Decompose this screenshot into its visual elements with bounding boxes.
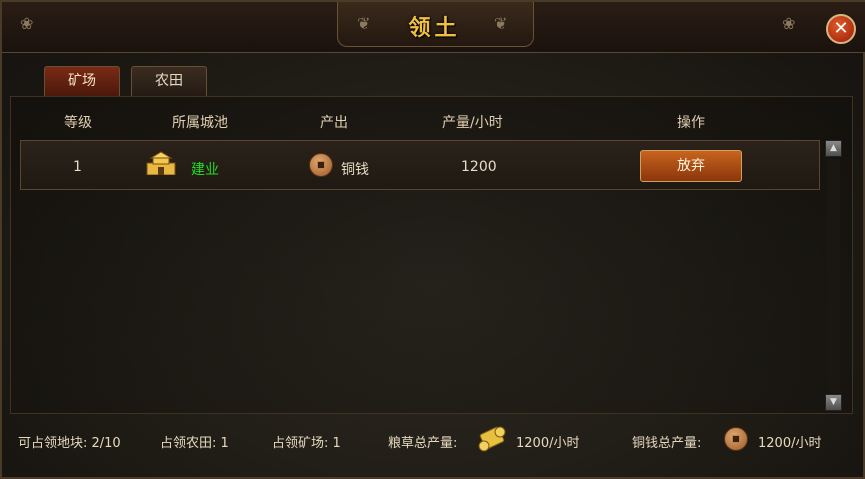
header-output: 产出 <box>320 115 348 131</box>
header-level: 等级 <box>64 115 92 131</box>
occupied-mines: 占领矿场: 1 <box>272 436 341 451</box>
close-button[interactable]: ✕ <box>826 14 856 44</box>
occupied-farms: 占领农田: 1 <box>160 436 229 451</box>
occupiable-plots: 可占领地块: 2/10 <box>18 436 121 451</box>
abandon-button[interactable]: 放弃 <box>640 150 742 182</box>
copper-total-label: 铜钱总产量: <box>632 436 702 451</box>
arrow-down-icon: ▼ <box>830 397 837 407</box>
window-title: 领土 <box>408 16 461 41</box>
header-city: 所属城池 <box>172 115 228 131</box>
close-icon: ✕ <box>833 18 849 39</box>
header-per-hour: 产量/小时 <box>442 115 503 131</box>
tab-mine[interactable]: 矿场 <box>44 66 120 96</box>
grain-scroll-icon <box>478 426 506 452</box>
row-city-name: 建业 <box>191 162 219 178</box>
scroll-down-button[interactable]: ▼ <box>825 394 842 411</box>
city-icon <box>146 151 176 175</box>
copper-total-value: 1200/小时 <box>758 436 822 451</box>
row-output: 铜钱 <box>341 162 369 178</box>
tab-farmland[interactable]: 农田 <box>131 66 207 96</box>
arrow-up-icon: ▲ <box>830 143 837 153</box>
row-per-hour: 1200 <box>461 159 497 175</box>
copper-coin-icon <box>309 153 333 177</box>
scroll-up-button[interactable]: ▲ <box>825 140 842 157</box>
row-level: 1 <box>73 159 82 175</box>
grain-total-value: 1200/小时 <box>516 436 580 451</box>
grain-total-label: 粮草总产量: <box>388 436 458 451</box>
header-action: 操作 <box>677 115 705 131</box>
copper-coin-icon <box>724 427 748 451</box>
scrollbar-track[interactable] <box>827 159 840 393</box>
